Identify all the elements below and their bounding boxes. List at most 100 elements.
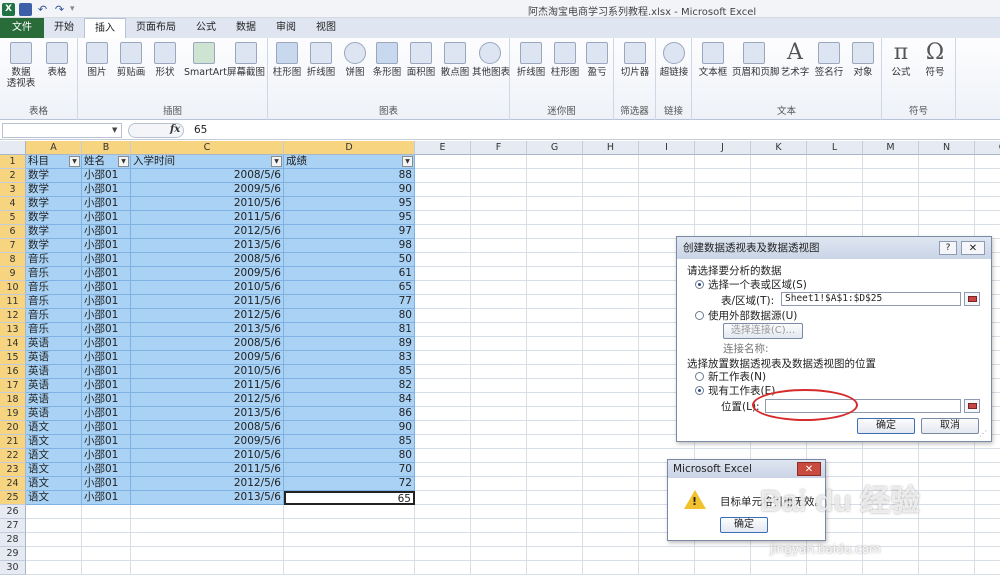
empty-cell[interactable] <box>471 379 527 393</box>
table-cell[interactable]: 音乐 <box>26 309 82 323</box>
empty-cell[interactable] <box>807 561 863 575</box>
table-header-cell[interactable]: 成绩 ▼ <box>284 155 415 169</box>
table-cell[interactable]: 65 <box>284 491 415 505</box>
formula-input[interactable]: 65 <box>190 123 998 138</box>
empty-cell[interactable] <box>527 239 583 253</box>
textbox-button[interactable]: 文本框 <box>696 42 730 98</box>
row-header[interactable]: 18 <box>0 393 26 407</box>
help-button[interactable]: ? <box>939 241 957 255</box>
empty-cell[interactable] <box>583 253 639 267</box>
empty-cell[interactable] <box>975 477 1000 491</box>
empty-cell[interactable] <box>415 351 471 365</box>
empty-cell[interactable] <box>919 533 975 547</box>
table-cell[interactable]: 70 <box>284 463 415 477</box>
empty-cell[interactable] <box>583 337 639 351</box>
empty-cell[interactable] <box>751 169 807 183</box>
table-cell[interactable]: 2008/5/6 <box>131 337 284 351</box>
empty-cell[interactable] <box>527 295 583 309</box>
row-header[interactable]: 19 <box>0 407 26 421</box>
slicer-button[interactable]: 切片器 <box>618 42 652 98</box>
empty-cell[interactable] <box>471 533 527 547</box>
table-cell[interactable]: 语文 <box>26 435 82 449</box>
table-cell[interactable]: 音乐 <box>26 281 82 295</box>
tab-page-layout[interactable]: 页面布局 <box>126 18 186 38</box>
empty-cell[interactable] <box>415 477 471 491</box>
empty-cell[interactable] <box>975 519 1000 533</box>
table-cell[interactable]: 英语 <box>26 351 82 365</box>
table-cell[interactable]: 90 <box>284 183 415 197</box>
select-all-corner[interactable] <box>0 141 26 155</box>
empty-cell[interactable] <box>919 547 975 561</box>
line-chart-button[interactable]: 折线图 <box>304 42 338 98</box>
header-footer-button[interactable]: 页眉和页脚 <box>732 42 780 98</box>
table-cell[interactable]: 2008/5/6 <box>131 253 284 267</box>
empty-cell[interactable] <box>695 183 751 197</box>
table-header-cell[interactable]: 姓名 ▼ <box>82 155 131 169</box>
column-header-j[interactable]: J <box>695 141 751 155</box>
sparkline-column-button[interactable]: 柱形图 <box>548 42 582 98</box>
table-cell[interactable]: 数学 <box>26 169 82 183</box>
tab-review[interactable]: 审阅 <box>266 18 306 38</box>
empty-cell[interactable] <box>975 547 1000 561</box>
table-cell[interactable]: 2013/5/6 <box>131 239 284 253</box>
save-icon[interactable] <box>19 2 32 16</box>
table-cell[interactable]: 80 <box>284 449 415 463</box>
empty-cell[interactable] <box>471 155 527 169</box>
table-cell[interactable]: 2010/5/6 <box>131 197 284 211</box>
column-header-d[interactable]: D <box>284 141 415 155</box>
empty-cell[interactable] <box>415 309 471 323</box>
row-header[interactable]: 30 <box>0 561 26 575</box>
signature-line-button[interactable]: 签名行 <box>812 42 846 98</box>
empty-cell[interactable] <box>471 225 527 239</box>
radio-existing-worksheet[interactable] <box>695 386 704 395</box>
empty-cell[interactable] <box>131 519 284 533</box>
message-box-close-button[interactable]: ✕ <box>797 462 821 476</box>
table-cell[interactable]: 2012/5/6 <box>131 393 284 407</box>
empty-cell[interactable] <box>471 351 527 365</box>
empty-cell[interactable] <box>527 449 583 463</box>
empty-cell[interactable] <box>863 169 919 183</box>
empty-cell[interactable] <box>82 505 131 519</box>
empty-cell[interactable] <box>751 155 807 169</box>
pie-chart-button[interactable]: 饼图 <box>338 42 372 98</box>
table-cell[interactable]: 2012/5/6 <box>131 477 284 491</box>
range-collapse-button[interactable] <box>964 292 980 306</box>
column-header-k[interactable]: K <box>751 141 807 155</box>
empty-cell[interactable] <box>639 547 695 561</box>
empty-cell[interactable] <box>471 337 527 351</box>
row-header[interactable]: 3 <box>0 183 26 197</box>
cancel-button[interactable]: 取消 <box>921 418 979 434</box>
row-header[interactable]: 13 <box>0 323 26 337</box>
table-cell[interactable]: 小邵01 <box>82 169 131 183</box>
other-charts-button[interactable]: 其他图表 <box>472 42 510 98</box>
empty-cell[interactable] <box>527 169 583 183</box>
empty-cell[interactable] <box>975 169 1000 183</box>
empty-cell[interactable] <box>583 561 639 575</box>
empty-cell[interactable] <box>583 519 639 533</box>
empty-cell[interactable] <box>863 155 919 169</box>
empty-cell[interactable] <box>415 155 471 169</box>
table-cell[interactable]: 英语 <box>26 379 82 393</box>
screenshot-button[interactable]: 屏幕截图 <box>226 42 266 98</box>
empty-cell[interactable] <box>82 561 131 575</box>
empty-cell[interactable] <box>695 561 751 575</box>
radio-new-worksheet-label[interactable]: 新工作表(N) <box>708 369 766 384</box>
table-cell[interactable]: 65 <box>284 281 415 295</box>
sparkline-line-button[interactable]: 折线图 <box>514 42 548 98</box>
equation-button[interactable]: π 公式 <box>884 42 918 98</box>
empty-cell[interactable] <box>471 491 527 505</box>
empty-cell[interactable] <box>695 197 751 211</box>
empty-cell[interactable] <box>131 547 284 561</box>
table-cell[interactable]: 50 <box>284 253 415 267</box>
table-cell[interactable]: 小邵01 <box>82 281 131 295</box>
empty-cell[interactable] <box>639 561 695 575</box>
empty-cell[interactable] <box>527 547 583 561</box>
table-cell[interactable]: 2008/5/6 <box>131 421 284 435</box>
empty-cell[interactable] <box>527 225 583 239</box>
row-header[interactable]: 22 <box>0 449 26 463</box>
tab-view[interactable]: 视图 <box>306 18 346 38</box>
table-cell[interactable]: 音乐 <box>26 267 82 281</box>
table-cell[interactable]: 85 <box>284 365 415 379</box>
column-header-b[interactable]: B <box>82 141 131 155</box>
empty-cell[interactable] <box>807 197 863 211</box>
